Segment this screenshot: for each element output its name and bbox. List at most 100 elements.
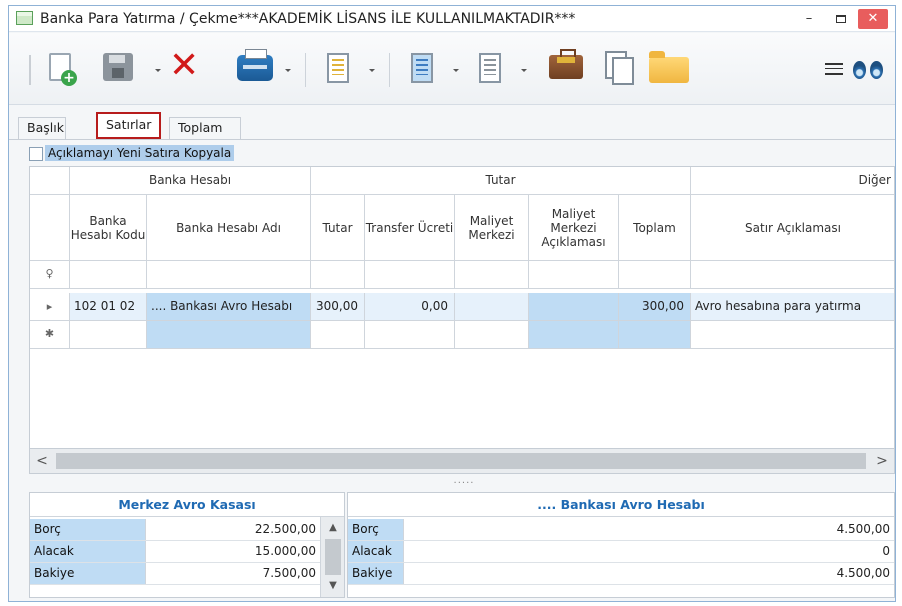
group-header-amount: Tutar [311,167,691,195]
toolbar-separator [389,53,390,87]
cell-transfer-fee[interactable]: 0,00 [365,293,455,321]
new-row-cell[interactable] [455,321,529,349]
bank-balance-row: Bakiye 4.500,00 [348,563,894,585]
briefcase-icon[interactable] [549,49,583,79]
bank-debit-row: Borç 4.500,00 [348,519,894,541]
new-row-cell[interactable] [147,321,311,349]
row-header-column [30,195,70,261]
close-button[interactable]: ✕ [858,9,888,29]
cash-balance-label: Bakiye [30,563,146,584]
folder-icon[interactable] [649,51,689,83]
copy-description-checkbox[interactable] [29,147,43,161]
group-header-other: Diğer [691,167,894,195]
cell-bank-name[interactable]: .... Bankası Avro Hesabı [147,293,311,321]
horizontal-scrollbar[interactable]: < > [29,448,895,474]
scroll-left-icon[interactable]: < [34,452,50,470]
column-header-cost-center[interactable]: Maliyet Merkezi [455,195,529,261]
filter-cell[interactable] [147,261,311,289]
scroll-down-icon[interactable]: ▼ [321,577,345,595]
new-row-cell[interactable] [529,321,619,349]
grid-corner [30,167,70,195]
new-row-cell[interactable] [691,321,894,349]
save-icon[interactable] [103,53,133,81]
vertical-scroll-thumb[interactable] [325,539,341,575]
save-dropdown-icon[interactable] [155,69,161,73]
cell-amount[interactable]: 300,00 [311,293,365,321]
cash-credit-label: Alacak [30,541,146,562]
copy-description-label[interactable]: Açıklamayı Yeni Satıra Kopyala [45,145,235,161]
app-window-icon [16,11,33,25]
bank-credit-label: Alacak [348,541,404,562]
cell-total[interactable]: 300,00 [619,293,691,321]
maximize-button[interactable] [827,9,855,29]
filter-cell[interactable] [529,261,619,289]
print-dropdown-icon[interactable] [285,69,291,73]
cash-credit-value: 15.000,00 [254,544,316,558]
horizontal-scroll-thumb[interactable] [56,453,866,469]
filter-cell[interactable] [70,261,147,289]
cell-line-desc[interactable]: Avro hesabına para yatırma [691,293,894,321]
report-icon[interactable] [327,53,349,83]
filter-cell[interactable] [365,261,455,289]
column-header-amount[interactable]: Tutar [311,195,365,261]
current-row-indicator-icon: ▸ [30,293,70,321]
cash-debit-label: Borç [30,519,146,540]
cell-bank-code[interactable]: 102 01 02 [70,293,147,321]
report-dropdown-icon[interactable] [369,69,375,73]
splitter-handle[interactable]: ..... [449,476,479,486]
filter-row-icon: ♀ [30,261,70,289]
toolbar: ✕ [9,33,895,105]
form-dropdown-icon[interactable] [521,69,527,73]
group-header-bank-account: Banka Hesabı [70,167,311,195]
bank-summary-panel: .... Bankası Avro Hesabı Borç 4.500,00 A… [347,492,895,598]
form-icon[interactable] [479,53,501,83]
filter-cell[interactable] [619,261,691,289]
cash-summary-panel: Merkez Avro Kasası Borç 22.500,00 Alacak… [29,492,345,598]
tab-toplam[interactable]: Toplam [169,117,241,139]
summary-vertical-scrollbar[interactable]: ▲ ▼ [320,517,344,597]
delete-icon[interactable]: ✕ [169,48,203,84]
tab-satirlar[interactable]: Satırlar [96,112,161,139]
column-header-line-desc[interactable]: Satır Açıklaması [691,195,894,261]
column-header-transfer-fee[interactable]: Transfer Ücreti [365,195,455,261]
new-row-cell[interactable] [365,321,455,349]
tab-baslik[interactable]: Başlık [18,117,66,139]
new-row-cell[interactable] [70,321,147,349]
toolbar-separator [305,53,306,87]
filter-cell[interactable] [691,261,894,289]
column-header-code[interactable]: Banka Hesabı Kodu [70,195,147,261]
new-row-cell[interactable] [619,321,691,349]
new-row-icon: ✱ [30,321,70,349]
fit-width-icon[interactable] [825,63,843,75]
binoculars-icon[interactable] [853,55,885,81]
minimize-button[interactable]: – [795,9,823,29]
cash-summary-title: Merkez Avro Kasası [30,493,344,517]
toolbar-grip[interactable] [29,55,31,85]
list-icon[interactable] [411,53,433,83]
new-row-cell[interactable] [311,321,365,349]
new-document-icon[interactable] [49,53,77,86]
scroll-right-icon[interactable]: > [874,452,890,470]
bank-debit-value: 4.500,00 [836,522,890,536]
list-dropdown-icon[interactable] [453,69,459,73]
copy-icon[interactable] [605,51,634,85]
tab-strip: Başlık Satırlar Toplam [9,105,895,141]
maximize-icon [836,15,846,23]
filter-cell[interactable] [311,261,365,289]
column-header-cost-center-desc[interactable]: Maliyet Merkezi Açıklaması [529,195,619,261]
scroll-up-icon[interactable]: ▲ [321,519,345,537]
column-header-name[interactable]: Banka Hesabı Adı [147,195,311,261]
window-title: Banka Para Yatırma / Çekme***AKADEMİK Lİ… [40,11,576,27]
cell-cost-center-desc[interactable] [529,293,619,321]
cash-debit-row: Borç 22.500,00 [30,519,344,541]
column-header-total[interactable]: Toplam [619,195,691,261]
cash-balance-value: 7.500,00 [262,566,316,580]
tab-divider [9,139,895,140]
title-bar: Banka Para Yatırma / Çekme***AKADEMİK Lİ… [9,6,895,32]
bank-debit-label: Borç [348,519,404,540]
print-icon[interactable] [237,49,273,81]
cell-cost-center[interactable] [455,293,529,321]
bank-summary-title: .... Bankası Avro Hesabı [348,493,894,517]
bank-credit-row: Alacak 0 [348,541,894,563]
filter-cell[interactable] [455,261,529,289]
